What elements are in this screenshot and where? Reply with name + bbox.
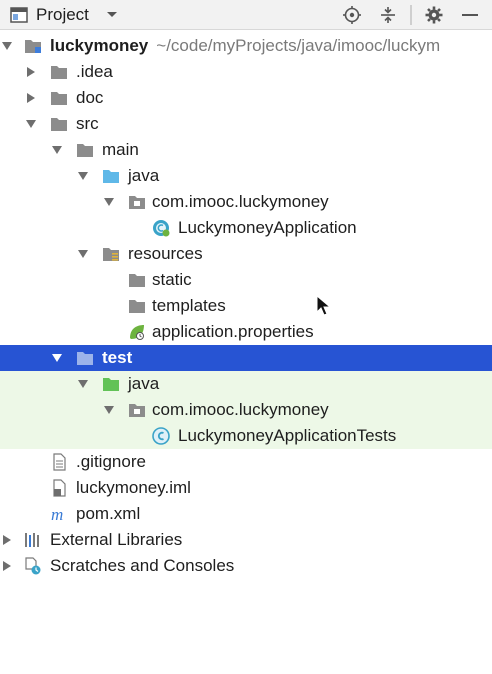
tree-item-test-class[interactable]: LuckymoneyApplicationTests xyxy=(0,423,492,449)
collapse-all-icon[interactable] xyxy=(376,0,400,30)
folder-icon xyxy=(50,63,68,81)
collapsed-arrow-icon[interactable] xyxy=(0,527,14,553)
tree-item-templates[interactable]: templates xyxy=(0,293,492,319)
tree-item-label: templates xyxy=(152,296,226,315)
tree-item-label: .idea xyxy=(76,62,113,81)
tree-item-label: main xyxy=(102,140,139,159)
expanded-arrow-icon[interactable] xyxy=(76,163,90,189)
tree-item-label: luckymoney xyxy=(50,36,149,55)
tree-item-luckymoney[interactable]: luckymoney ~/code/myProjects/java/imooc/l… xyxy=(0,33,492,59)
tree-item-label: resources xyxy=(128,244,203,263)
project-path: ~/code/myProjects/java/imooc/luckym xyxy=(156,36,441,55)
tree-item-pom[interactable]: m pom.xml xyxy=(0,501,492,527)
svg-text:m: m xyxy=(51,505,63,523)
tree-item-main-class[interactable]: LuckymoneyApplication xyxy=(0,215,492,241)
folder-icon xyxy=(128,297,146,315)
expanded-arrow-icon[interactable] xyxy=(0,33,14,59)
tree-item-label: LuckymoneyApplication xyxy=(178,218,357,237)
tree-item-label: LuckymoneyApplicationTests xyxy=(178,426,397,445)
tree-item-doc[interactable]: doc xyxy=(0,85,492,111)
tree-item-iml[interactable]: luckymoney.iml xyxy=(0,475,492,501)
package-icon xyxy=(128,401,146,419)
spring-leaf-icon xyxy=(128,323,146,341)
tree-item-test-java[interactable]: java xyxy=(0,371,492,397)
expanded-arrow-icon[interactable] xyxy=(76,371,90,397)
scratches-icon xyxy=(24,557,42,575)
tree-item-test[interactable]: test xyxy=(0,345,492,371)
tree-item-main-package[interactable]: com.imooc.luckymoney xyxy=(0,189,492,215)
module-file-icon xyxy=(50,479,68,497)
expanded-arrow-icon[interactable] xyxy=(24,111,38,137)
folder-icon xyxy=(50,89,68,107)
spring-boot-class-icon xyxy=(152,219,170,237)
tree-item-label: src xyxy=(76,114,99,133)
folder-icon xyxy=(76,349,94,367)
expanded-arrow-icon[interactable] xyxy=(50,137,64,163)
minimize-icon[interactable] xyxy=(458,0,482,30)
tree-item-label: .gitignore xyxy=(76,452,146,471)
expanded-arrow-icon[interactable] xyxy=(102,397,116,423)
tree-item-main[interactable]: main xyxy=(0,137,492,163)
text-file-icon xyxy=(50,453,68,471)
tree-item-label: static xyxy=(152,270,192,289)
tree-item-label: Scratches and Consoles xyxy=(50,556,235,575)
tree-item-application-properties[interactable]: application.properties xyxy=(0,319,492,345)
tree-item-src[interactable]: src xyxy=(0,111,492,137)
collapsed-arrow-icon[interactable] xyxy=(24,85,38,111)
libraries-icon xyxy=(24,531,42,549)
folder-icon xyxy=(50,115,68,133)
tree-item-label: luckymoney.iml xyxy=(76,478,191,497)
tree-item-static[interactable]: static xyxy=(0,267,492,293)
tree-item-label: External Libraries xyxy=(50,530,183,549)
tree-item-label: com.imooc.luckymoney xyxy=(152,192,329,211)
tree-item-test-package[interactable]: com.imooc.luckymoney xyxy=(0,397,492,423)
mouse-cursor-icon xyxy=(316,294,332,317)
project-panel-header: Project xyxy=(0,0,492,30)
toolbar-separator xyxy=(410,5,412,25)
java-class-icon xyxy=(152,427,170,445)
tree-item-label: java xyxy=(128,166,160,185)
dropdown-caret-icon[interactable] xyxy=(104,0,120,30)
expanded-arrow-icon[interactable] xyxy=(76,241,90,267)
maven-icon: m xyxy=(50,505,68,524)
tree-item-label: com.imooc.luckymoney xyxy=(152,400,329,419)
tree-item-scratches[interactable]: Scratches and Consoles xyxy=(0,553,492,579)
source-folder-icon xyxy=(102,167,120,185)
package-icon xyxy=(128,193,146,211)
tree-item-label: doc xyxy=(76,88,104,107)
tree-item-idea[interactable]: .idea xyxy=(0,59,492,85)
tree-item-gitignore[interactable]: .gitignore xyxy=(0,449,492,475)
collapsed-arrow-icon[interactable] xyxy=(24,59,38,85)
project-view-icon[interactable] xyxy=(8,0,30,30)
folder-icon xyxy=(76,141,94,159)
resources-folder-icon xyxy=(102,245,120,263)
tree-item-main-java[interactable]: java xyxy=(0,163,492,189)
folder-icon xyxy=(128,271,146,289)
tree-item-label: pom.xml xyxy=(76,504,141,523)
expanded-arrow-icon[interactable] xyxy=(102,189,116,215)
collapsed-arrow-icon[interactable] xyxy=(0,553,14,579)
module-folder-icon xyxy=(24,37,42,55)
settings-gear-icon[interactable] xyxy=(422,0,446,30)
locate-target-icon[interactable] xyxy=(340,0,364,30)
tree-item-external-libraries[interactable]: External Libraries xyxy=(0,527,492,553)
test-source-folder-icon xyxy=(102,375,120,393)
tree-item-label: test xyxy=(102,348,133,367)
tree-item-label: java xyxy=(128,374,160,393)
project-view-title[interactable]: Project xyxy=(36,0,106,30)
expanded-arrow-icon[interactable] xyxy=(50,345,64,371)
tree-item-label: application.properties xyxy=(152,322,314,341)
tree-item-resources[interactable]: resources xyxy=(0,241,492,267)
